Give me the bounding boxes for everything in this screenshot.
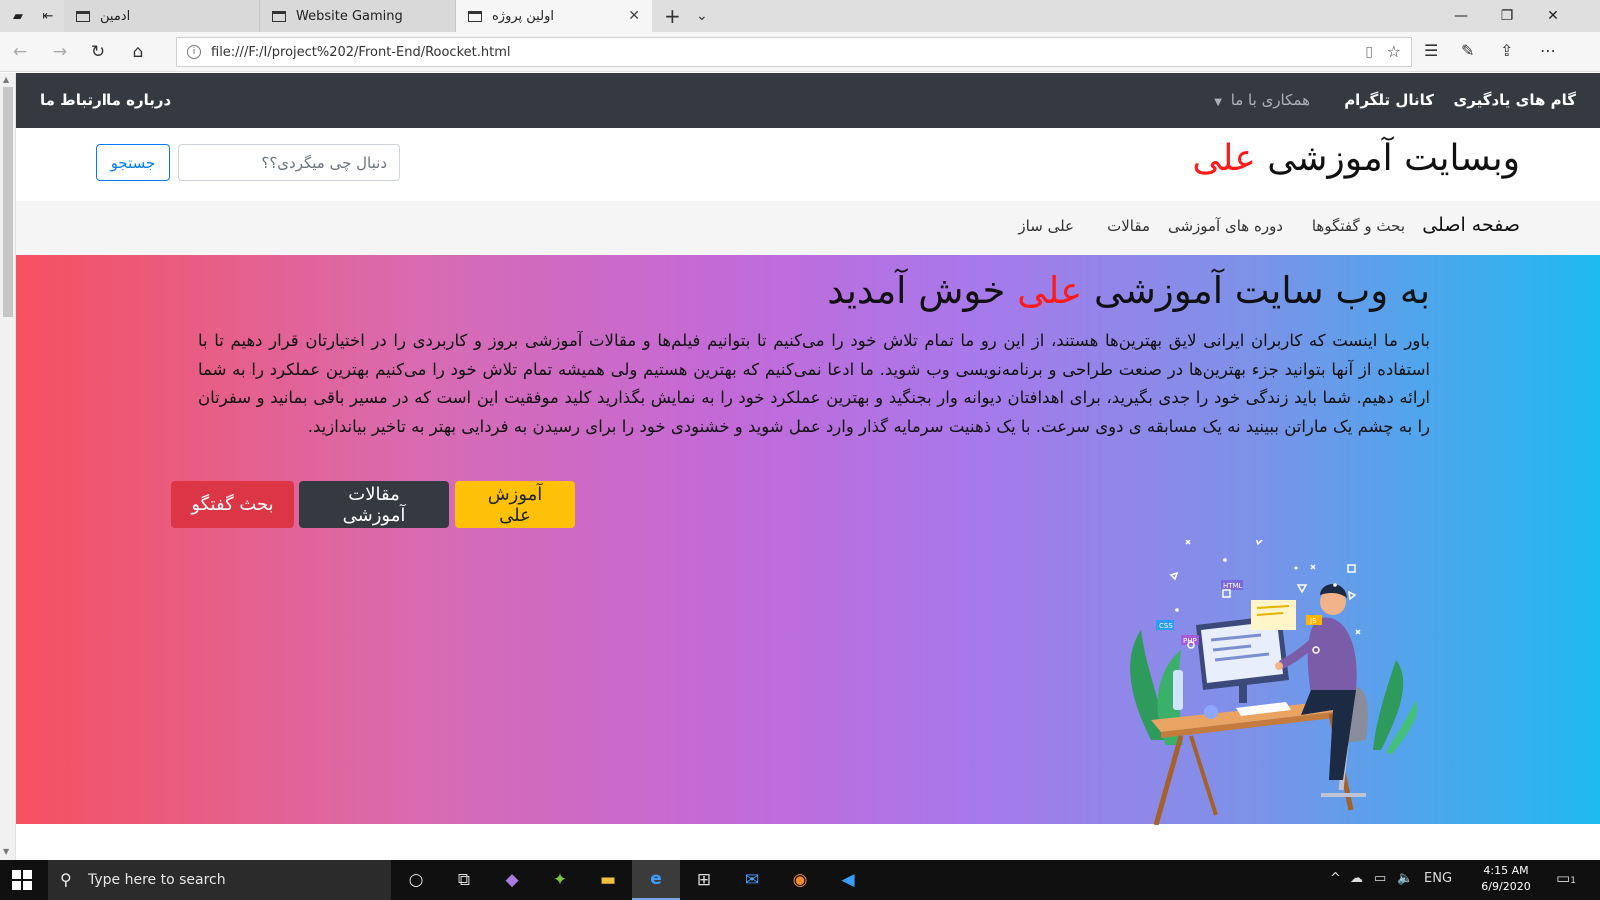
favorites-icon[interactable]: ☰ xyxy=(1424,41,1438,60)
browser-tab-bar: ▰ ⇤ ادمین Website Gaming اولین پروژه ✕ +… xyxy=(0,0,1600,32)
developer-illustration: CSS PHP HTML JS xyxy=(1130,540,1418,825)
page-icon xyxy=(76,10,90,22)
back-icon[interactable]: ← xyxy=(8,40,32,64)
nav-telegram-channel[interactable]: کانال تلگرام xyxy=(1344,91,1434,109)
page-scrollbar[interactable]: ▲ ▼ xyxy=(0,73,16,860)
php-label: PHP xyxy=(1183,637,1197,645)
site-header: وبسایت آموزشی علی جستجو xyxy=(16,128,1600,201)
visual-studio-icon[interactable]: ◆ xyxy=(488,860,536,900)
taskbar-clock[interactable]: 4:15 AM 6/9/2020 xyxy=(1470,863,1542,895)
share-icon[interactable]: ⇪ xyxy=(1500,41,1513,60)
secnav-discussions[interactable]: بحث و گفتگوها xyxy=(1312,217,1405,235)
close-window-icon[interactable]: ✕ xyxy=(1530,0,1576,32)
forward-icon[interactable]: → xyxy=(48,40,72,64)
secnav-ali-saz[interactable]: علی ساز xyxy=(1018,217,1074,235)
notification-count: 1 xyxy=(1570,876,1576,886)
hero-paragraph: باور ما اینست که کاربران ایرانی لایق بهت… xyxy=(198,331,1430,436)
address-toolbar: ← → ↻ ⌂ i file:///F:/I/project%202/Front… xyxy=(0,32,1600,72)
pen-notes-icon[interactable]: ✎ xyxy=(1461,41,1474,60)
search-input[interactable] xyxy=(178,144,400,181)
tab-title: ادمین xyxy=(100,8,131,24)
page-icon xyxy=(272,10,286,22)
js-label: JS xyxy=(1309,617,1317,625)
html-label: HTML xyxy=(1223,582,1243,590)
refresh-icon[interactable]: ↻ xyxy=(86,40,110,64)
show-hidden-icons[interactable]: ^ xyxy=(1330,871,1341,886)
store-icon[interactable]: ⊞ xyxy=(680,860,728,900)
close-tab-icon[interactable]: ✕ xyxy=(628,8,640,24)
mail-icon[interactable]: ✉ xyxy=(728,860,776,900)
educational-articles-button[interactable]: مقالات آموزشی xyxy=(299,481,449,528)
secnav-home[interactable]: صفحه اصلی xyxy=(1422,214,1520,236)
favorite-star-icon[interactable]: ☆ xyxy=(1387,42,1401,61)
home-icon[interactable]: ⌂ xyxy=(126,40,150,64)
cortana-icon[interactable]: ○ xyxy=(392,860,440,900)
search-button[interactable]: جستجو xyxy=(96,144,170,181)
media-player-icon[interactable]: ◉ xyxy=(776,860,824,900)
tab-title: اولین پروژه xyxy=(492,8,554,24)
nav-contact-us[interactable]: ارتباط ما xyxy=(40,91,107,109)
secnav-articles[interactable]: مقالات xyxy=(1107,217,1150,235)
task-view-icon[interactable]: ⧉ xyxy=(440,860,488,900)
chevron-down-icon[interactable]: ⌄ xyxy=(696,8,708,24)
info-icon[interactable]: i xyxy=(187,45,201,59)
taskbar-search-placeholder: Type here to search xyxy=(88,872,226,888)
tab-website-gaming[interactable]: Website Gaming xyxy=(260,0,456,32)
restore-icon[interactable]: ❐ xyxy=(1484,0,1530,32)
scroll-up-icon[interactable]: ▲ xyxy=(3,75,9,84)
site-brand[interactable]: وبسایت آموزشی علی xyxy=(1192,138,1520,179)
search-icon: ⚲ xyxy=(60,870,72,889)
nav-about-us[interactable]: درباره ما xyxy=(106,91,171,109)
clock-date: 6/9/2020 xyxy=(1481,880,1531,893)
minimize-icon[interactable]: — xyxy=(1438,0,1484,32)
nav-cooperate-label: همکاری با ما xyxy=(1230,91,1310,109)
tab-first-project[interactable]: اولین پروژه ✕ xyxy=(456,0,652,32)
nav-cooperate-dropdown[interactable]: همکاری با ما ▼ xyxy=(1214,91,1310,109)
language-indicator[interactable]: ENG xyxy=(1424,871,1452,886)
windows-taskbar: ⚲ Type here to search ○ ⧉ ◆ ✦ ▬ e ⊞ ✉ ◉ … xyxy=(0,860,1600,900)
reading-view-icon[interactable]: ▯ xyxy=(1365,44,1373,60)
set-aside-tabs-icon[interactable]: ⇤ xyxy=(32,0,64,32)
scroll-down-icon[interactable]: ▼ xyxy=(3,847,9,856)
taskbar-search-box[interactable]: ⚲ Type here to search xyxy=(48,860,391,900)
hero-title: به وب سایت آموزشی علی خوش آمدید xyxy=(827,269,1430,312)
vscode-icon[interactable]: ◀ xyxy=(824,860,872,900)
secnav-courses[interactable]: دوره های آموزشی xyxy=(1168,217,1283,235)
volume-icon[interactable]: 🔈 xyxy=(1397,871,1413,886)
page-icon xyxy=(468,10,482,22)
file-explorer-icon[interactable]: ▬ xyxy=(584,860,632,900)
tab-admin[interactable]: ادمین xyxy=(64,0,260,32)
hero-section: به وب سایت آموزشی علی خوش آمدید باور ما … xyxy=(16,255,1600,825)
hero-title-highlight: علی xyxy=(1017,269,1083,312)
caret-down-icon: ▼ xyxy=(1214,97,1222,108)
discussion-button[interactable]: بحث گفتگو xyxy=(171,481,294,528)
brand-highlight: علی xyxy=(1192,138,1256,179)
more-icon[interactable]: ⋯ xyxy=(1540,41,1556,60)
action-center-icon[interactable]: ▭1 xyxy=(1556,869,1576,887)
windows-start-icon[interactable] xyxy=(12,870,32,890)
learn-ali-button[interactable]: آموزش علی xyxy=(455,481,575,528)
scroll-thumb[interactable] xyxy=(3,87,13,317)
top-navbar: گام های یادگیری کانال تلگرام همکاری با م… xyxy=(16,73,1600,128)
new-tab-icon[interactable]: + xyxy=(664,4,681,28)
css-label: CSS xyxy=(1159,622,1173,630)
tab-title: Website Gaming xyxy=(296,8,403,24)
tab-list-icon[interactable]: ▰ xyxy=(2,0,34,32)
brand-text: وبسایت آموزشی xyxy=(1267,138,1520,179)
address-field[interactable]: i file:///F:/I/project%202/Front-End/Roo… xyxy=(176,37,1412,67)
url-text: file:///F:/I/project%202/Front-End/Roock… xyxy=(211,44,511,60)
secondary-navbar: صفحه اصلی بحث و گفتگوها دوره های آموزشی … xyxy=(16,201,1600,255)
edge-browser-icon[interactable]: e xyxy=(632,860,680,900)
network-icon[interactable]: ▭ xyxy=(1374,871,1386,886)
clock-time: 4:15 AM xyxy=(1483,864,1529,877)
xampp-icon[interactable]: ✦ xyxy=(536,860,584,900)
hero-title-prefix: به وب سایت آموزشی xyxy=(1094,269,1430,312)
hero-title-suffix: خوش آمدید xyxy=(827,269,1006,312)
nav-learning-steps[interactable]: گام های یادگیری xyxy=(1454,91,1576,109)
cloud-icon[interactable]: ☁ xyxy=(1350,871,1363,886)
web-page: گام های یادگیری کانال تلگرام همکاری با م… xyxy=(16,73,1600,860)
